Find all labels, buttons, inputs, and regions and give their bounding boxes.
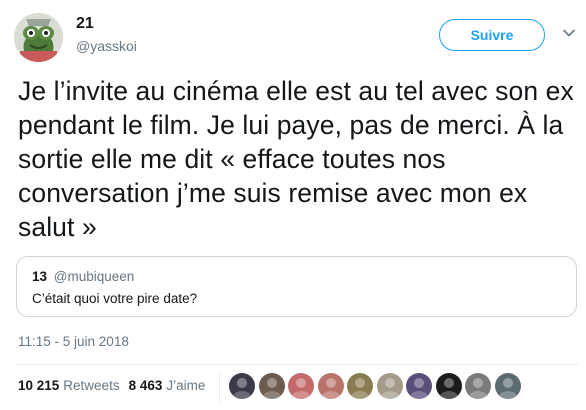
follow-button[interactable]: Suivre [439,19,545,51]
quoted-tweet[interactable]: 13 @mubiqueen C’était quoi votre pire da… [16,256,577,317]
liker-avatar[interactable] [317,373,344,399]
liker-avatar[interactable] [435,373,462,399]
retweets-count: 10 215 [18,378,60,393]
retweets-stat[interactable]: 10 215 Retweets [18,378,120,393]
liker-avatar[interactable] [347,373,373,399]
likers-avatars [229,373,524,399]
chevron-down-icon[interactable] [562,26,576,40]
frog-avatar-icon [14,13,63,62]
liker-avatar[interactable] [376,373,403,399]
likes-stat[interactable]: 8 463 J’aime [129,378,206,393]
liker-avatar[interactable] [288,373,314,399]
liker-avatar[interactable] [465,373,491,399]
quoted-display-name: 13 [32,269,48,284]
tweet-text: Je l’invite au cinéma elle est au tel av… [18,76,574,242]
avatar[interactable] [14,13,63,62]
liker-avatar[interactable] [406,373,432,399]
stats-divider [219,372,220,402]
tweet-stats: 10 215 Retweets 8 463 J’aime [18,378,214,393]
likes-label: J’aime [166,378,206,393]
tweet-timestamp[interactable]: 11:15 - 5 juin 2018 [18,334,129,349]
author-display-name[interactable]: 21 [76,15,94,33]
retweets-label: Retweets [63,378,120,393]
quoted-text: C’était quoi votre pire date? [32,291,198,306]
author-handle[interactable]: @yasskoi [76,38,137,54]
likes-count: 8 463 [128,378,163,393]
liker-avatar[interactable] [258,373,285,399]
quoted-handle: @mubiqueen [53,269,135,284]
liker-avatar[interactable] [494,373,521,399]
quoted-tweet-header: 13 @mubiqueen [32,269,134,284]
divider [16,364,578,365]
liker-avatar[interactable] [229,373,255,399]
